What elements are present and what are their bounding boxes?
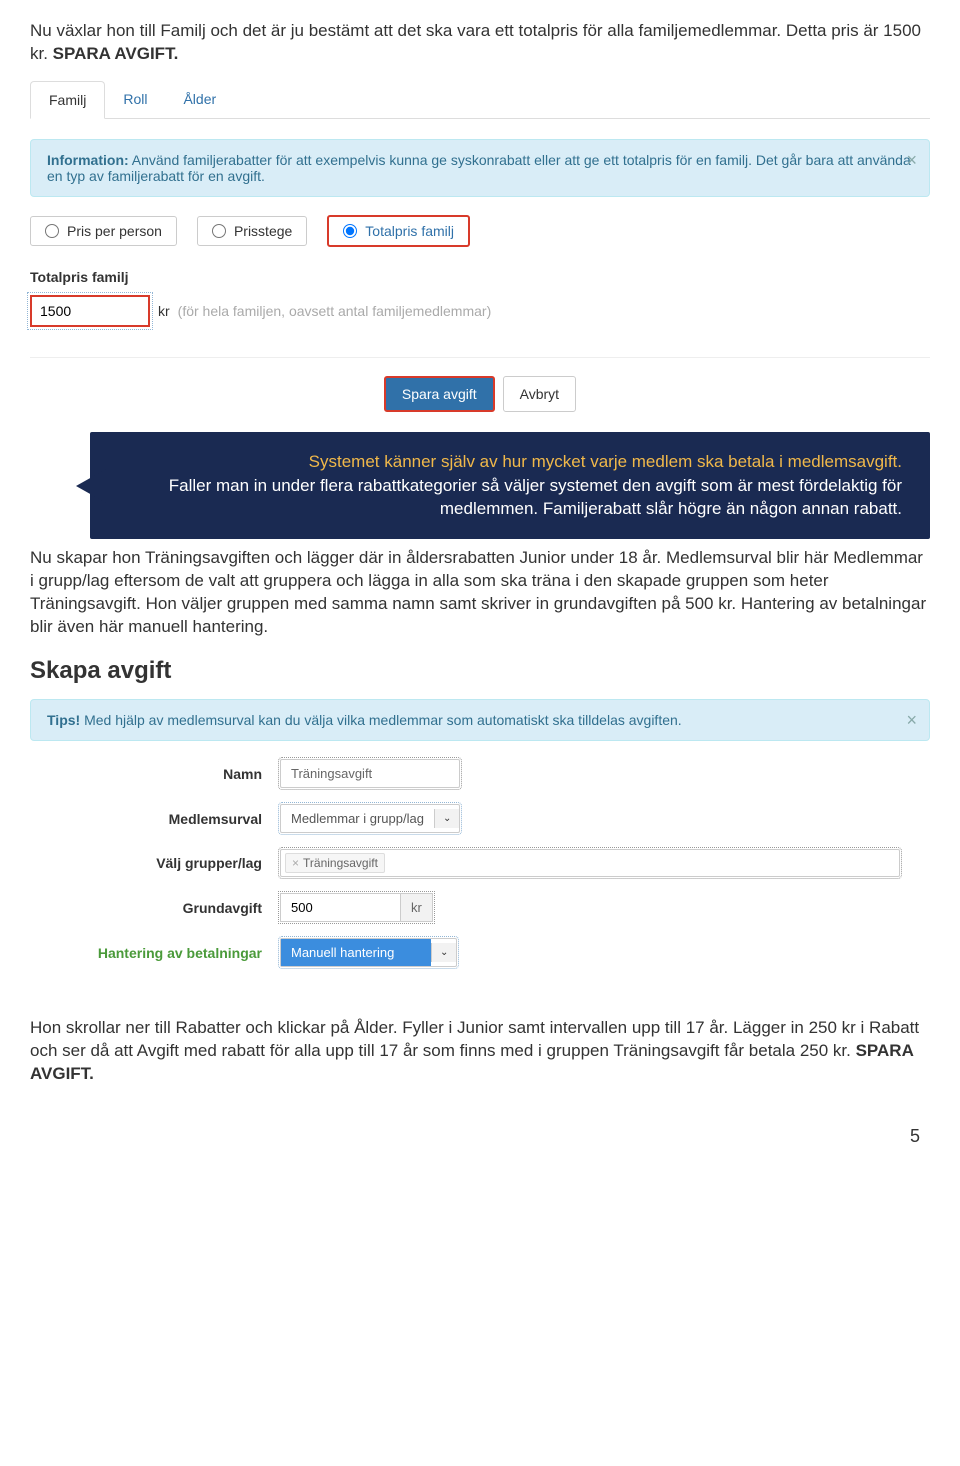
close-icon[interactable]: × [906, 150, 917, 171]
radio-label: Prisstege [234, 223, 292, 239]
valj-grupper-field[interactable]: ×Träningsavgift [280, 849, 900, 877]
hantering-select[interactable]: Manuell hantering ⌄ [280, 938, 457, 967]
remove-tag-icon[interactable]: × [292, 856, 299, 870]
radio-input[interactable] [212, 224, 226, 238]
hantering-label: Hantering av betalningar [30, 945, 280, 961]
section-heading: Skapa avgift [30, 657, 930, 685]
radio-label: Pris per person [67, 223, 162, 239]
radio-pris-per-person[interactable]: Pris per person [30, 216, 177, 246]
grundavgift-input[interactable] [280, 893, 400, 922]
info-alert-family: Information: Använd familjerabatter för … [30, 139, 930, 197]
cancel-button[interactable]: Avbryt [503, 376, 576, 412]
price-type-radios: Pris per person Prisstege Totalpris fami… [30, 215, 930, 247]
valj-grupper-label: Välj grupper/lag [30, 855, 280, 871]
save-button[interactable]: Spara avgift [384, 376, 495, 412]
medlemsurval-select[interactable]: Medlemmar i grupp/lag ⌄ [280, 804, 460, 833]
radio-input[interactable] [343, 224, 357, 238]
tabs-bar: Familj Roll Ålder [30, 81, 930, 119]
totalpris-row: kr (för hela familjen, oavsett antal fam… [30, 295, 930, 327]
tab-familj[interactable]: Familj [30, 81, 105, 119]
namn-input[interactable] [280, 759, 460, 788]
group-tag: ×Träningsavgift [285, 853, 385, 873]
grundavgift-group: kr [280, 893, 433, 922]
paragraph-3: Hon skrollar ner till Rabatter och klick… [30, 1017, 930, 1086]
chevron-down-icon: ⌄ [431, 943, 456, 962]
kr-addon: kr [400, 893, 433, 922]
grundavgift-label: Grundavgift [30, 900, 280, 916]
paragraph-2: Nu skapar hon Träningsavgiften och lägge… [30, 547, 930, 639]
intro-paragraph: Nu växlar hon till Familj och det är ju … [30, 20, 930, 66]
tab-alder[interactable]: Ålder [165, 81, 234, 118]
totalpris-hint: (för hela familjen, oavsett antal familj… [178, 303, 492, 319]
radio-input[interactable] [45, 224, 59, 238]
namn-label: Namn [30, 766, 280, 782]
totalpris-unit: kr [158, 303, 170, 319]
chevron-down-icon: ⌄ [434, 809, 459, 828]
tips-alert: Tips! Med hjälp av medlemsurval kan du v… [30, 699, 930, 741]
totalpris-input[interactable] [30, 295, 150, 327]
medlemsurval-label: Medlemsurval [30, 811, 280, 827]
tab-roll[interactable]: Roll [105, 81, 165, 118]
radio-label: Totalpris familj [365, 223, 454, 239]
close-icon[interactable]: × [906, 710, 917, 731]
page-number: 5 [30, 1126, 930, 1147]
radio-prisstege[interactable]: Prisstege [197, 216, 307, 246]
button-row: Spara avgift Avbryt [30, 357, 930, 412]
radio-totalpris-familj[interactable]: Totalpris familj [327, 215, 470, 247]
callout-box: Systemet känner själv av hur mycket varj… [90, 432, 930, 539]
totalpris-label: Totalpris familj [30, 269, 930, 285]
create-fee-section: Skapa avgift Tips! Med hjälp av medlemsu… [30, 657, 930, 967]
